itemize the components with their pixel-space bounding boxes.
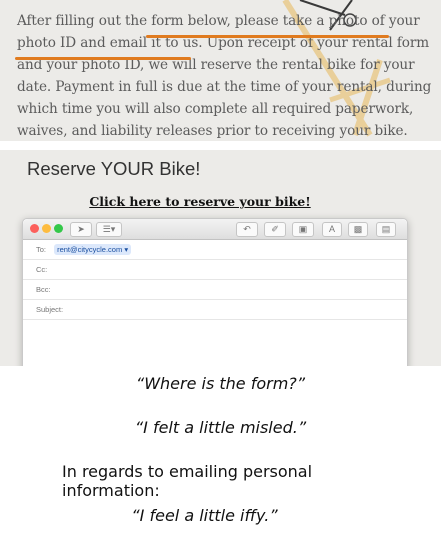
reserve-link[interactable]: Click here to reserve your bike! [0,194,400,209]
instructions-panel: After filling out the form below, please… [0,0,441,141]
cc-label: Cc: [36,265,48,274]
regards-line-2: information: [62,481,160,500]
recipient-address: rent@citycycle.com [57,245,123,254]
subject-field[interactable]: Subject: [23,300,407,320]
message-body[interactable] [23,320,407,366]
image-icon[interactable]: ▩ [348,222,368,237]
quote-misled: “I felt a little misled.” [134,418,307,437]
recipient-token[interactable]: rent@citycycle.com ▾ [54,244,132,255]
subject-label: Subject: [36,305,64,314]
cc-field[interactable]: Cc: [23,260,407,280]
send-icon[interactable]: ➤ [70,222,92,237]
mail-compose-window: ➤ ☰▾ ↶ ✐ ▣ A ▩ ▤ To: rent@citycycle.com … [22,218,408,366]
reserve-panel: Reserve YOUR Bike! Click here to reserve… [0,150,441,366]
minimize-window-button[interactable] [42,224,51,233]
instructions-paragraph: After filling out the form below, please… [17,13,432,139]
format-list-icon[interactable]: ☰▾ [96,222,122,237]
font-icon[interactable]: A [322,222,342,237]
quote-iffy: “I feel a little iffy.” [131,506,278,525]
reserve-title: Reserve YOUR Bike! [27,158,201,179]
undo-icon[interactable]: ↶ [236,222,258,237]
regards-line-1: In regards to emailing personal [62,462,313,481]
to-field[interactable]: To: rent@citycycle.com ▾ [23,240,407,260]
attach-icon[interactable]: ✐ [264,222,286,237]
photo-browser-icon[interactable]: ▣ [292,222,314,237]
quote-where-is-form: “Where is the form?” [135,374,306,393]
zoom-window-button[interactable] [54,224,63,233]
regards-text: In regards to emailing personal informat… [62,462,362,500]
to-label: To: [36,245,47,254]
highlight-underline-1 [146,35,389,38]
notes-icon[interactable]: ▤ [376,222,396,237]
bcc-label: Bcc: [36,285,51,294]
highlight-underline-2 [15,57,191,60]
bcc-field[interactable]: Bcc: [23,280,407,300]
close-window-button[interactable] [30,224,39,233]
mail-toolbar: ➤ ☰▾ ↶ ✐ ▣ A ▩ ▤ [23,219,407,240]
